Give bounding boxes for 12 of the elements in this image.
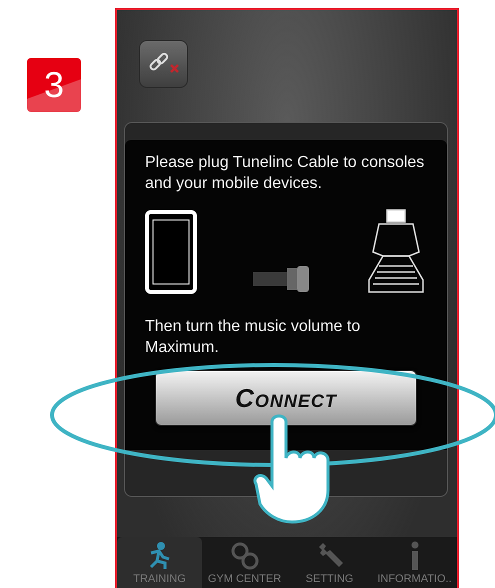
nav-tab[interactable]: INFORMATIO.. — [372, 537, 457, 588]
nav-tab[interactable]: GYM CENTER — [202, 537, 287, 588]
rings-icon — [230, 540, 260, 570]
nav-tab[interactable]: SETTING — [287, 537, 372, 588]
instruction-text: Please plug Tunelinc Cable to consoles and your mobile devices. — [145, 153, 426, 194]
nav-tab[interactable]: TRAINING — [117, 537, 202, 588]
step-number-badge: 3 — [27, 58, 81, 112]
volume-instruction-text: Then turn the music volume to Maximum. — [145, 317, 362, 358]
disconnected-button[interactable] — [139, 40, 188, 88]
cable-plug-icon — [251, 264, 311, 294]
phone-icon — [145, 210, 197, 294]
connect-button[interactable]: Connect — [155, 370, 417, 426]
